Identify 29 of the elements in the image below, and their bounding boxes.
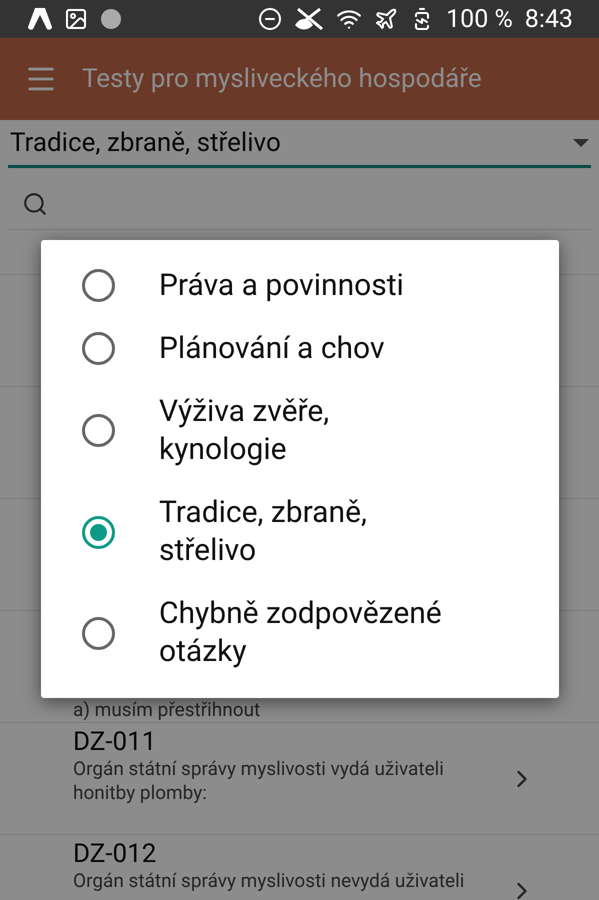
option-label[interactable]: Tradice, zbraně, střelivo: [159, 494, 459, 570]
dropdown-caret-icon: [573, 138, 589, 146]
battery-level: 100 %: [446, 4, 513, 34]
question-text: Orgán státní správy myslivosti nevydá uživateli: [73, 869, 466, 893]
option-label[interactable]: Plánování a chov: [159, 330, 384, 368]
app-title: Testy pro mysliveckého hospodáře: [82, 64, 482, 94]
question-code: DZ-012: [73, 839, 158, 869]
do-not-disturb-icon: [258, 7, 282, 31]
question-row[interactable]: DZ-011 Orgán státní správy myslivosti vydá uživateli honitby plomby:: [0, 723, 599, 835]
question-code: DZ-011: [73, 727, 158, 757]
radio-button[interactable]: [82, 516, 115, 549]
logo-icon: [28, 8, 52, 30]
question-text: Orgán státní správy myslivosti vydá uživateli honitby plomby:: [73, 757, 445, 805]
option-label[interactable]: Chybně zodpovězené otázky: [159, 595, 459, 672]
option-label[interactable]: Výživa zvěře, kynologie: [159, 392, 459, 469]
clock: 8:43: [524, 4, 573, 34]
radio-button[interactable]: [82, 616, 115, 650]
answer-text: a) musím přestřihnout: [73, 698, 262, 722]
category-dropdown[interactable]: Tradice, zbraně, střelivo: [8, 120, 591, 168]
option-label[interactable]: Práva a povinnosti: [159, 266, 404, 305]
radio-button[interactable]: [82, 269, 115, 302]
airplane-icon: [374, 7, 398, 31]
search-icon: [22, 190, 48, 216]
crossed-icon: [294, 7, 324, 31]
image-icon: [64, 7, 88, 31]
radio-button[interactable]: [82, 332, 115, 366]
question-row[interactable]: DZ-012 Orgán státní správy myslivosti nevydá uživateli: [0, 835, 599, 900]
circle-icon: [100, 8, 122, 30]
radio-button[interactable]: [82, 414, 115, 448]
